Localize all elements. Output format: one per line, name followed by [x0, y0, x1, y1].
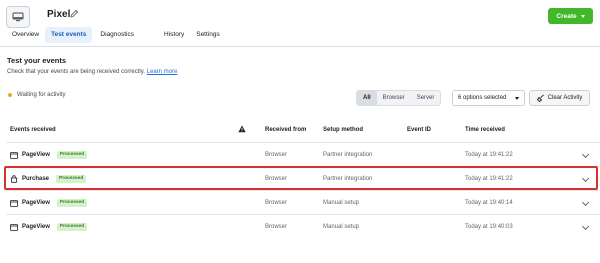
status-dot-icon	[8, 93, 12, 97]
page-header: Pixel Create Overview Test events Diagno…	[0, 0, 600, 47]
table-header: Events received Received from Setup meth…	[6, 118, 600, 143]
header-events-received: Events received	[10, 127, 56, 133]
event-cell: PageView Processed	[10, 215, 88, 239]
filter-browser[interactable]: Browser	[377, 91, 411, 105]
event-options-select[interactable]: 6 options selected	[452, 90, 525, 106]
event-name: PageView	[22, 152, 50, 158]
monitor-icon	[6, 6, 30, 28]
received-from-cell: Browser	[265, 176, 288, 182]
time-received-cell: Today at 19:41:22	[465, 176, 513, 182]
event-name: PageView	[22, 224, 50, 230]
header-time-received: Time received	[465, 127, 505, 133]
filter-all[interactable]: All	[357, 91, 377, 105]
table-row[interactable]: Purchase Processed Browser Partner integ…	[6, 166, 600, 191]
table-row[interactable]: PageView Processed Browser Manual setup …	[6, 214, 600, 239]
time-received-cell: Today at 19:41:22	[465, 152, 513, 158]
time-received-cell: Today at 19:40:03	[465, 224, 513, 230]
page-icon	[10, 151, 18, 159]
status-badge: Processed	[56, 151, 88, 159]
header-received-from: Received from	[265, 127, 307, 133]
tab-history[interactable]: History	[158, 27, 190, 43]
status-badge: Processed	[56, 199, 88, 207]
setup-method-cell: Partner integration	[323, 176, 373, 182]
pencil-icon[interactable]	[69, 9, 79, 19]
clear-activity-label: Clear Activity	[547, 95, 583, 101]
filter-server[interactable]: Server	[411, 91, 441, 105]
status-badge: Processed	[56, 223, 88, 231]
cart-icon	[10, 175, 18, 183]
tab-overview[interactable]: Overview	[6, 27, 45, 43]
broom-icon	[536, 94, 544, 102]
tab-diagnostics[interactable]: Diagnostics	[94, 27, 140, 43]
event-cell: PageView Processed	[10, 143, 88, 167]
tab-bar: Overview Test events Diagnostics History…	[6, 27, 226, 45]
section-title: Test your events	[7, 56, 67, 65]
chevron-down-icon[interactable]	[581, 174, 590, 183]
setup-method-cell: Manual setup	[323, 224, 360, 230]
header-event-id: Event ID	[407, 127, 432, 133]
tab-settings[interactable]: Settings	[190, 27, 226, 43]
event-cell: Purchase Processed	[10, 167, 87, 191]
create-button[interactable]: Create	[548, 8, 593, 24]
section-description: Check that your events are being receive…	[7, 69, 177, 75]
time-received-cell: Today at 19:40:14	[465, 200, 513, 206]
status-badge: Processed	[56, 175, 87, 183]
setup-method-cell: Manual setup	[323, 200, 360, 206]
learn-more-link[interactable]: Learn more	[147, 69, 178, 75]
activity-status: Waiting for activity	[8, 92, 65, 98]
options-select-value: 6 options selected	[458, 95, 507, 101]
chevron-down-icon	[580, 14, 585, 18]
page-icon	[10, 223, 18, 231]
header-setup-method: Setup method	[323, 127, 363, 133]
setup-method-cell: Partner integration	[323, 152, 373, 158]
event-name: Purchase	[22, 176, 50, 182]
clear-activity-button[interactable]: Clear Activity	[529, 90, 590, 106]
page-title: Pixel	[47, 9, 71, 20]
status-text: Waiting for activity	[17, 92, 66, 98]
event-cell: PageView Processed	[10, 191, 88, 215]
received-from-cell: Browser	[265, 152, 288, 158]
chevron-down-icon[interactable]	[581, 222, 590, 231]
event-name: PageView	[22, 200, 50, 206]
tab-test-events[interactable]: Test events	[45, 27, 93, 43]
chevron-down-icon[interactable]	[581, 150, 590, 159]
chevron-down-icon[interactable]	[581, 198, 590, 207]
received-from-cell: Browser	[265, 200, 288, 206]
table-row[interactable]: PageView Processed Browser Manual setup …	[6, 190, 600, 215]
section-description-text: Check that your events are being receive…	[7, 69, 145, 75]
warning-icon	[238, 125, 246, 133]
chevron-down-icon	[515, 97, 519, 100]
page-icon	[10, 199, 18, 207]
source-filter: All Browser Server	[356, 90, 442, 106]
create-button-label: Create	[556, 12, 577, 20]
received-from-cell: Browser	[265, 224, 288, 230]
table-row[interactable]: PageView Processed Browser Partner integ…	[6, 142, 600, 167]
